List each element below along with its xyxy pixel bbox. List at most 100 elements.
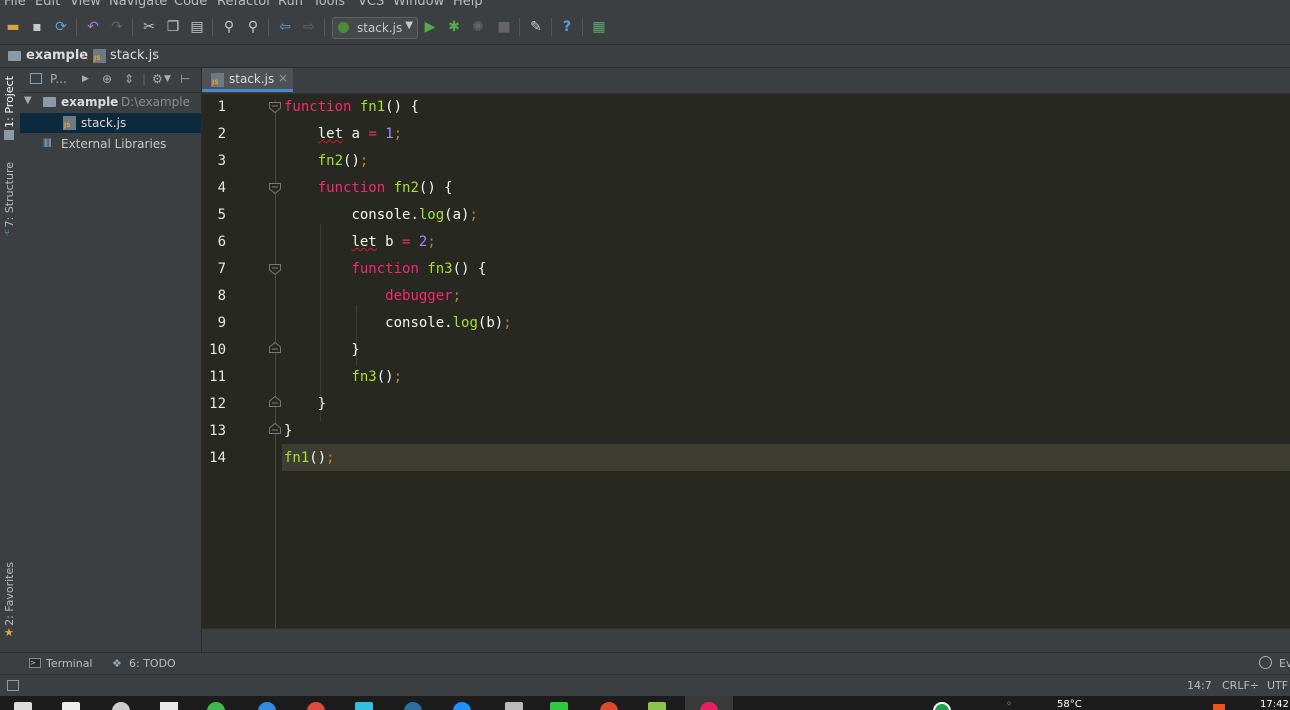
cut-icon[interactable]: ✂ [140, 18, 158, 36]
menu-code[interactable]: Code [174, 0, 207, 9]
app-icon[interactable] [933, 702, 951, 710]
app-icon[interactable] [404, 702, 422, 710]
file-encoding[interactable]: UTF [1267, 679, 1288, 692]
code-line-4: function fn2() { [317, 180, 453, 196]
tray-icon[interactable] [1213, 704, 1225, 710]
tool-tab-structure[interactable]: 7: Structure [3, 162, 16, 227]
menu-navigate[interactable]: Navigate [109, 0, 167, 9]
debug-icon[interactable]: ✱ [445, 18, 463, 36]
line-number: 2 [217, 126, 226, 142]
search-icon[interactable] [112, 702, 130, 710]
editor-app-icon[interactable] [355, 702, 373, 710]
breadcrumb-separator: › [153, 48, 159, 63]
breadcrumb-file[interactable]: stack.js [110, 48, 159, 63]
menu-view[interactable]: View [70, 0, 101, 9]
settings-wrench-icon[interactable]: ✎ [527, 18, 545, 36]
run-icon[interactable]: ▶ [421, 18, 439, 36]
help-icon[interactable]: ? [558, 18, 576, 36]
clock-time[interactable]: 17:42 [1260, 699, 1289, 710]
app-icon[interactable] [648, 702, 666, 710]
copy-icon[interactable]: ❐ [164, 18, 182, 36]
tray-icon[interactable]: ◦ [1006, 699, 1012, 710]
hide-panel-icon[interactable]: ⊢ [180, 72, 190, 86]
code-line-13: } [284, 423, 293, 439]
fold-end-icon[interactable] [269, 423, 281, 434]
toggle-tool-windows-icon[interactable] [7, 680, 19, 691]
app-icon[interactable] [550, 702, 568, 710]
terminal-tab[interactable]: Terminal [46, 657, 93, 670]
coverage-icon[interactable]: ✺ [469, 18, 487, 36]
find-icon[interactable]: ⚲ [220, 18, 238, 36]
fold-end-icon[interactable] [269, 396, 281, 407]
tree-item-stack-js[interactable]: JS stack.js [20, 113, 201, 133]
start-icon[interactable] [14, 702, 32, 710]
tree-item-external-libraries[interactable]: ⦀⦀ External Libraries [20, 134, 201, 154]
chrome-icon[interactable] [307, 702, 325, 710]
wechat-icon[interactable] [207, 702, 225, 710]
tree-item-project-root[interactable]: ▼ example D:\example [20, 92, 201, 112]
close-icon[interactable]: × [278, 71, 288, 85]
fold-open-icon[interactable] [269, 102, 281, 113]
app-icon[interactable] [505, 702, 523, 710]
menu-vcs[interactable]: VCS [358, 0, 384, 9]
line-number: 1 [217, 99, 226, 115]
code-line-10: } [284, 342, 360, 358]
tree-item-label: External Libraries [61, 137, 167, 151]
expand-arrow-icon[interactable]: ▼ [24, 95, 32, 106]
app-icon[interactable] [160, 702, 178, 710]
app-icon[interactable] [453, 702, 471, 710]
replace-icon[interactable]: ⚲ [244, 18, 262, 36]
task-view-icon[interactable] [62, 702, 80, 710]
project-panel-header: P... ▶ ⊕ ⇕ | ⚙ ▼ ⊢ [20, 68, 201, 93]
tool-tab-project[interactable]: 1: Project [3, 76, 16, 128]
code-editor[interactable]: 1 2 3 4 5 6 7 8 9 10 11 12 13 14 functio… [202, 94, 1290, 628]
view-dropdown-icon[interactable]: ▶ [82, 74, 89, 84]
menu-file[interactable]: File [4, 0, 26, 9]
stop-icon[interactable]: ■ [495, 18, 513, 36]
js-file-icon: JS [211, 73, 224, 87]
toolbar-separator: | [142, 72, 147, 86]
menu-refactor[interactable]: Refactor [217, 0, 272, 9]
line-number: 11 [209, 369, 226, 385]
browser-icon[interactable] [258, 702, 276, 710]
line-separator[interactable]: CRLF÷ [1222, 679, 1259, 692]
menu-run[interactable]: Run [278, 0, 303, 9]
plugin-icon[interactable]: ▦ [590, 18, 608, 36]
menu-window[interactable]: Window [393, 0, 444, 9]
app-icon[interactable] [600, 702, 618, 710]
sync-icon[interactable]: ⟳ [52, 18, 70, 36]
left-tool-strip: 1: Project 7: Structure ⑂ 2: Favorites ★ [0, 68, 21, 652]
toolbar-separator [324, 18, 325, 36]
chevron-down-icon[interactable]: ▼ [164, 74, 171, 84]
back-icon[interactable]: ⇦ [276, 18, 294, 36]
gear-icon[interactable]: ⚙ [152, 72, 163, 86]
terminal-icon: > [29, 658, 41, 668]
collapse-all-icon[interactable]: ⇕ [124, 72, 134, 86]
fold-open-icon[interactable] [269, 183, 281, 194]
todo-tab[interactable]: 6: TODO [129, 657, 176, 670]
status-bar: 14:7 CRLF÷ UTF [0, 674, 1290, 697]
run-configuration-select[interactable]: stack.js ▼ [332, 17, 418, 39]
tool-tab-favorites[interactable]: 2: Favorites [3, 562, 16, 626]
fold-end-icon[interactable] [269, 342, 281, 353]
forward-icon[interactable]: ⇨ [300, 18, 318, 36]
save-icon[interactable]: ▪ [28, 18, 46, 36]
caret-position[interactable]: 14:7 [1187, 679, 1212, 692]
event-log-tab[interactable]: Ev [1279, 657, 1290, 670]
menu-tools[interactable]: Tools [313, 0, 345, 9]
paste-icon[interactable]: ▤ [188, 18, 206, 36]
breadcrumb-project[interactable]: example [26, 48, 88, 63]
redo-icon[interactable]: ↷ [108, 18, 126, 36]
line-number: 14 [209, 450, 226, 466]
editor-tab-stack-js[interactable]: JS stack.js × [202, 68, 293, 92]
chevron-down-icon: ▼ [405, 20, 413, 31]
project-view-label[interactable]: P... [50, 72, 67, 86]
star-icon: ★ [4, 626, 14, 639]
menu-help[interactable]: Help [453, 0, 483, 9]
locate-target-icon[interactable]: ⊕ [102, 72, 112, 86]
fold-open-icon[interactable] [269, 264, 281, 275]
open-folder-icon[interactable]: ▬ [4, 18, 22, 36]
menu-edit[interactable]: Edit [35, 0, 60, 9]
undo-icon[interactable]: ↶ [84, 18, 102, 36]
navigation-bar: example › JS stack.js › [0, 45, 1290, 68]
